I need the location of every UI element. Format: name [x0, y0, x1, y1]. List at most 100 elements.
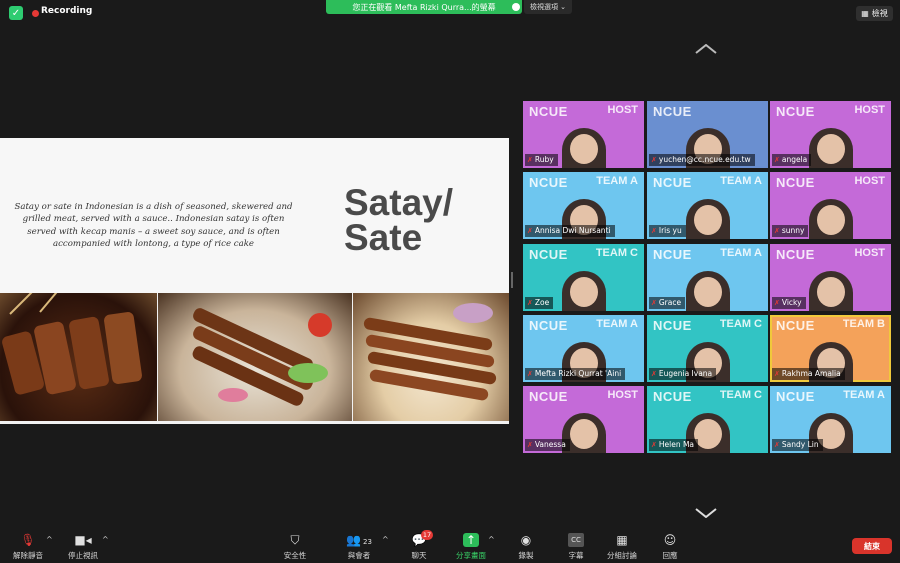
tile-role-text: TEAM A: [596, 175, 638, 187]
tile-role-text: HOST: [607, 389, 638, 401]
tile-brand-text: NCUE: [529, 318, 568, 333]
record-label: 錄製: [518, 551, 534, 560]
tile-brand-text: NCUE: [529, 247, 568, 262]
tile-brand-text: NCUE: [653, 318, 692, 333]
participant-face: [569, 134, 598, 164]
muted-mic-icon: ✗: [527, 299, 533, 307]
participant-tile[interactable]: NCUE TEAM A ✗ Annisa Dwi Nursanti: [523, 172, 644, 239]
muted-mic-icon: ✗: [527, 370, 533, 378]
tile-brand-text: NCUE: [529, 175, 568, 190]
stop-video-button[interactable]: ■◂ 停止視訊: [62, 533, 104, 561]
reactions-button[interactable]: ☺ 回應: [656, 533, 684, 561]
participant-tile[interactable]: NCUE TEAM C ✗ Zoe: [523, 244, 644, 311]
record-button[interactable]: ◉ 錄製: [512, 533, 540, 561]
panel-resize-handle[interactable]: [511, 272, 513, 288]
tile-role-text: TEAM A: [720, 175, 762, 187]
participant-tile[interactable]: NCUE TEAM C ✗ Helen Ma: [647, 386, 768, 453]
participant-name-label: ✗ Iris yu: [649, 225, 686, 237]
breakout-rooms-button[interactable]: ▦ 分組討論: [603, 533, 641, 561]
recording-label[interactable]: Recording: [41, 6, 92, 16]
participant-tile[interactable]: NCUE HOST ✗ Vanessa: [523, 386, 644, 453]
share-options-caret[interactable]: ^: [488, 535, 495, 544]
tile-role-text: HOST: [607, 104, 638, 116]
participants-options-caret[interactable]: ^: [382, 535, 389, 544]
participant-face: [816, 134, 845, 164]
participant-tile[interactable]: NCUE HOST ✗ angela: [770, 101, 891, 168]
participant-tile[interactable]: NCUE ✗ yuchen@cc.ncue.edu.tw: [647, 101, 768, 168]
participant-tile[interactable]: NCUE TEAM A ✗ Iris yu: [647, 172, 768, 239]
tile-brand-text: NCUE: [776, 318, 815, 333]
tile-role-text: TEAM C: [595, 247, 638, 259]
chat-unread-badge: 17: [421, 530, 433, 540]
participant-name-label: ✗ Vanessa: [525, 439, 570, 451]
participant-name: Annisa Dwi Nursanti: [534, 226, 611, 235]
participant-name-label: ✗ sunny: [772, 225, 809, 237]
end-meeting-button[interactable]: 結束: [852, 538, 892, 554]
participant-name: Grace: [658, 298, 682, 307]
shield-icon[interactable]: ✓: [9, 6, 23, 20]
participant-face: [816, 277, 845, 307]
participant-name: sunny: [781, 226, 805, 235]
unmute-button[interactable]: 🎙 解除靜音: [8, 533, 48, 561]
participant-name: yuchen@cc.ncue.edu.tw: [658, 155, 751, 164]
chevron-down-icon[interactable]: [695, 508, 717, 518]
share-screen-arrow-icon: ↑: [463, 533, 479, 547]
muted-mic-icon: ✗: [774, 299, 780, 307]
tile-brand-text: NCUE: [653, 104, 692, 119]
participant-face: [693, 277, 722, 307]
meeting-toolbar: [0, 528, 900, 563]
participant-name-label: ✗ Grace: [649, 297, 686, 309]
share-screen-button[interactable]: ↑ 分享畫面: [452, 533, 490, 561]
tile-role-text: TEAM A: [596, 318, 638, 330]
tile-brand-text: NCUE: [653, 389, 692, 404]
participant-name: Eugenia Ivana: [658, 369, 713, 378]
participant-name: Sandy Lin: [781, 440, 819, 449]
participant-tile[interactable]: NCUE HOST ✗ sunny: [770, 172, 891, 239]
muted-mic-icon: 🎙: [20, 533, 36, 547]
muted-mic-icon: ✗: [774, 441, 780, 449]
tile-brand-text: NCUE: [776, 104, 815, 119]
view-button[interactable]: ▦ 檢視: [856, 6, 893, 21]
participant-name: Vicky: [781, 298, 802, 307]
tile-brand-text: NCUE: [653, 247, 692, 262]
record-icon: ◉: [520, 533, 532, 547]
participant-name-label: ✗ yuchen@cc.ncue.edu.tw: [649, 154, 755, 166]
participant-face: [693, 205, 722, 235]
muted-mic-icon: ✗: [774, 370, 780, 378]
participant-name: Zoe: [534, 298, 550, 307]
participants-count: 23: [363, 538, 372, 546]
share-screen-label: 分享畫面: [456, 551, 486, 560]
participant-tile[interactable]: NCUE TEAM A ✗ Sandy Lin: [770, 386, 891, 453]
slide-title: Satay/ Sate: [344, 182, 454, 256]
tile-role-text: TEAM A: [720, 247, 762, 259]
muted-mic-icon: ✗: [527, 441, 533, 449]
security-button[interactable]: ⛉ 安全性: [280, 533, 310, 561]
participant-name: Vanessa: [534, 440, 566, 449]
chevron-up-icon[interactable]: [695, 44, 717, 54]
security-label: 安全性: [283, 551, 307, 560]
participant-name-label: ✗ Mefta Rizki Qurrat 'Aini: [525, 368, 626, 380]
captions-button[interactable]: CC 字幕: [562, 533, 590, 561]
tile-role-text: TEAM A: [843, 389, 885, 401]
screen-share-banner: 您正在觀看 Mefta Rizki Qurra...的螢幕: [326, 0, 522, 14]
participant-name: Mefta Rizki Qurrat 'Aini: [534, 369, 622, 378]
tile-role-text: TEAM C: [719, 389, 762, 401]
muted-mic-icon: ✗: [527, 156, 533, 164]
slide-title-line1: Satay/: [344, 182, 454, 223]
tile-role-text: HOST: [854, 247, 885, 259]
slide-body-text: Satay or sate in Indonesian is a dish of…: [14, 202, 293, 250]
participant-tile[interactable]: NCUE TEAM A ✗ Grace: [647, 244, 768, 311]
participant-tile[interactable]: NCUE TEAM A ✗ Mefta Rizki Qurrat 'Aini: [523, 315, 644, 382]
video-options-caret[interactable]: ^: [102, 535, 109, 544]
participant-tile[interactable]: NCUE HOST ✗ Vicky: [770, 244, 891, 311]
tile-brand-text: NCUE: [529, 104, 568, 119]
participants-button[interactable]: 👥 23 與會者: [342, 533, 376, 561]
reactions-label: 回應: [662, 551, 678, 560]
participant-tile[interactable]: NCUE HOST ✗ Ruby: [523, 101, 644, 168]
participant-tile[interactable]: NCUE TEAM C ✗ Eugenia Ivana: [647, 315, 768, 382]
audio-options-caret[interactable]: ^: [46, 535, 53, 544]
view-options-button[interactable]: 檢視選項 ⌄: [524, 0, 572, 14]
participant-tile[interactable]: NCUE TEAM B ✗ Rakhma Amalia: [770, 315, 891, 382]
chat-label: 聊天: [411, 551, 427, 560]
recording-dot-icon: [32, 10, 39, 17]
